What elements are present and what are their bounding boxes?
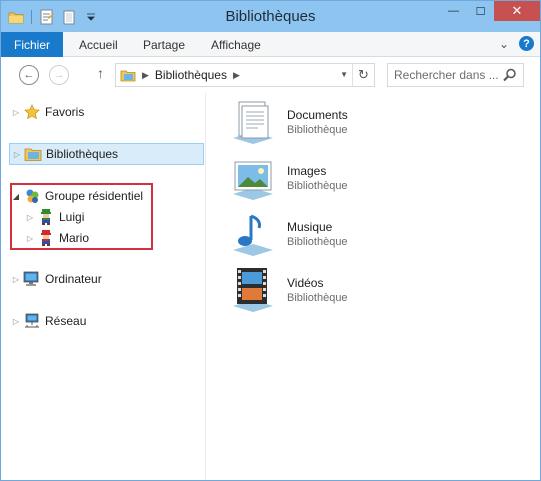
content-pane: Documents Bibliothèque Images Bibliothèq… <box>219 93 539 480</box>
expand-arrow-icon[interactable]: ▷ <box>9 108 23 117</box>
up-button[interactable]: ↑ <box>97 65 104 81</box>
forward-button[interactable]: → <box>49 65 69 85</box>
maximize-button[interactable]: ☐ <box>467 1 494 21</box>
videos-library-icon <box>229 266 277 314</box>
breadcrumb-chevron-icon[interactable]: ▶ <box>233 70 240 81</box>
nav-item-bibliotheques[interactable]: ▷ Bibliothèques <box>9 143 204 165</box>
minimize-button[interactable]: — <box>440 1 467 21</box>
tab-file[interactable]: Fichier <box>1 32 63 57</box>
search-icon[interactable] <box>503 68 517 85</box>
star-icon <box>23 103 41 121</box>
explorer-window: Bibliothèques — ☐ ✕ Fichier Accueil Part… <box>0 0 541 481</box>
breadcrumb-chevron-icon[interactable]: ▶ <box>142 70 149 81</box>
help-icon[interactable]: ? <box>519 36 534 51</box>
address-bar[interactable]: ▶ Bibliothèques ▶ ▼ ↻ <box>115 63 375 87</box>
search-box[interactable] <box>387 63 524 87</box>
library-type: Bibliothèque <box>287 292 348 304</box>
library-text: Musique Bibliothèque <box>287 220 348 248</box>
library-name: Vidéos <box>287 276 324 290</box>
navigation-pane: ▷ Favoris ▷ Bibliothèques ◢ Groupe résid… <box>1 93 206 480</box>
library-type: Bibliothèque <box>287 180 348 192</box>
documents-library-icon <box>229 98 277 146</box>
ribbon-controls: ⌄ ? <box>499 36 534 51</box>
library-type: Bibliothèque <box>287 124 348 136</box>
nav-item-label: Favoris <box>45 105 85 119</box>
back-button[interactable]: ← <box>19 65 39 85</box>
library-images[interactable]: Images Bibliothèque <box>229 153 348 203</box>
expand-arrow-icon[interactable]: ▷ <box>10 150 24 159</box>
library-text: Documents Bibliothèque <box>287 108 348 136</box>
navigation-bar: ← → ↑ ▶ Bibliothèques ▶ ▼ ↻ <box>1 57 540 93</box>
network-icon <box>23 312 41 330</box>
ribbon-tabs: Fichier Accueil Partage Affichage ⌄ ? <box>1 32 540 57</box>
nav-item-label: Bibliothèques <box>46 147 119 161</box>
expand-arrow-icon[interactable]: ▷ <box>9 275 23 284</box>
music-library-icon <box>229 210 277 258</box>
library-name: Musique <box>287 220 333 234</box>
library-type: Bibliothèque <box>287 236 348 248</box>
library-name: Images <box>287 164 327 178</box>
library-name: Documents <box>287 108 348 122</box>
nav-item-reseau[interactable]: ▷ Réseau <box>9 310 86 332</box>
tab-affichage[interactable]: Affichage <box>211 38 261 52</box>
address-history-dropdown-icon[interactable]: ▼ <box>340 70 348 79</box>
libraries-icon <box>24 145 42 163</box>
library-text: Vidéos Bibliothèque <box>287 276 348 304</box>
search-input[interactable] <box>394 68 504 82</box>
computer-icon <box>23 270 41 288</box>
library-musique[interactable]: Musique Bibliothèque <box>229 209 348 259</box>
window-controls: — ☐ ✕ <box>440 1 540 21</box>
nav-item-favoris[interactable]: ▷ Favoris <box>9 101 84 123</box>
tab-partage[interactable]: Partage <box>143 38 185 52</box>
nav-item-ordinateur[interactable]: ▷ Ordinateur <box>9 268 102 290</box>
expand-arrow-icon[interactable]: ▷ <box>9 317 23 326</box>
pictures-library-icon <box>229 154 277 202</box>
libraries-small-icon <box>120 68 136 82</box>
refresh-button[interactable]: ↻ <box>352 64 374 86</box>
library-text: Images Bibliothèque <box>287 164 348 192</box>
breadcrumb-libraries[interactable]: Bibliothèques <box>155 68 227 82</box>
expand-ribbon-icon[interactable]: ⌄ <box>499 37 509 51</box>
nav-item-label: Ordinateur <box>45 272 102 286</box>
title-bar[interactable]: Bibliothèques — ☐ ✕ <box>1 1 540 32</box>
highlight-annotation-box <box>10 183 153 250</box>
close-button[interactable]: ✕ <box>494 1 540 21</box>
library-videos[interactable]: Vidéos Bibliothèque <box>229 265 348 315</box>
tab-accueil[interactable]: Accueil <box>79 38 118 52</box>
nav-item-label: Réseau <box>45 314 87 328</box>
library-documents[interactable]: Documents Bibliothèque <box>229 97 348 147</box>
